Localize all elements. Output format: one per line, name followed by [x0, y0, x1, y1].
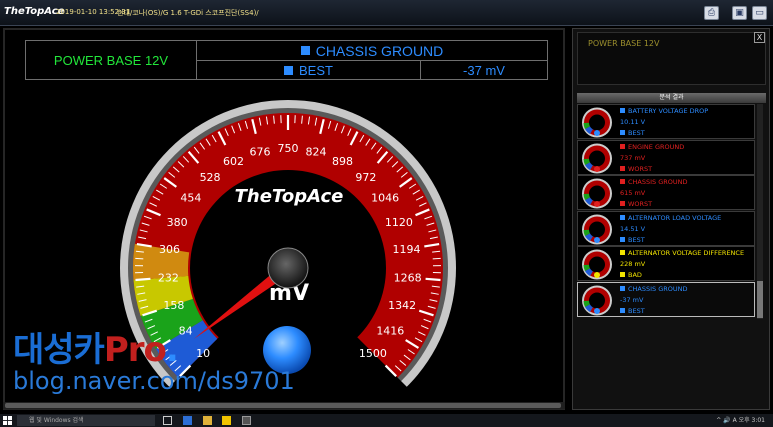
taskbar-search[interactable]: 웹 및 Windows 검색: [17, 415, 155, 426]
gauge-tick-label: 972: [355, 171, 376, 184]
result-list: BATTERY VOLTAGE DROP 10.11 V BEST ENGINE…: [577, 104, 755, 317]
print-icon: ⎙: [707, 8, 716, 18]
gauge-tick: [135, 277, 151, 282]
gauge-tick: [432, 257, 441, 260]
gauge-tick-label: 750: [278, 142, 299, 155]
result-name: ALTERNATOR LOAD VOLTAGE: [620, 214, 721, 222]
mini-gauge-icon: [582, 249, 612, 280]
result-status: BEST: [620, 236, 645, 244]
edge-icon[interactable]: [183, 416, 192, 425]
gauge-tick-label: 676: [249, 145, 270, 158]
result-value: 615 mV: [620, 189, 646, 197]
mini-gauge-icon: [582, 107, 612, 138]
vehicle-info: 현대/코나(OS)/G 1.6 T-GDi 스코프진단(SS4)/: [117, 9, 259, 17]
gauge-tick-label: 306: [159, 243, 180, 256]
gauge-tick-label: 1046: [371, 191, 399, 204]
result-name: CHASSIS GROUND: [620, 178, 688, 186]
windows-start-icon[interactable]: [3, 416, 12, 425]
mini-gauge-icon: [582, 178, 612, 209]
result-value: 10.11 V: [620, 118, 646, 126]
gauge-tick-label: 1342: [388, 299, 416, 312]
watermark-dot: .: [165, 330, 179, 370]
result-name: ALTERNATOR VOLTAGE DIFFERENCE: [620, 249, 744, 257]
side-power-label: POWER BASE 12V: [588, 39, 660, 48]
needle-hub: [267, 247, 309, 289]
result-value: 228 mV: [620, 260, 646, 268]
gauge-tick-label: 824: [306, 145, 327, 158]
minimize-button[interactable]: ▭: [752, 6, 767, 20]
result-value: -37 mV: [620, 295, 644, 304]
watermark-url: blog.naver.com/ds9701: [13, 367, 295, 395]
gauge-tick-label: 232: [158, 271, 179, 284]
gauge-tick-label: 158: [163, 299, 184, 312]
gauge-tick-label: 898: [332, 155, 353, 168]
mini-gauge-icon: [582, 214, 612, 244]
results-scrollbar-thumb[interactable]: [757, 281, 763, 318]
title-bar: TheTopAce 2019-01-10 13:52:31 현대/코나(OS)/…: [0, 0, 773, 26]
result-name: CHASSIS GROUND: [620, 285, 688, 293]
results-scrollbar[interactable]: [757, 104, 763, 319]
result-item[interactable]: ALTERNATOR VOLTAGE DIFFERENCE 228 mV BAD: [577, 246, 755, 281]
gauge-tick-label: 1120: [385, 216, 413, 229]
result-item[interactable]: ALTERNATOR LOAD VOLTAGE 14.51 V BEST: [577, 210, 755, 246]
result-value: 14.51 V: [620, 224, 646, 233]
print-button[interactable]: ⎙: [704, 6, 719, 20]
result-status: BAD: [620, 271, 642, 279]
gauge-tick: [135, 257, 144, 260]
result-item[interactable]: BATTERY VOLTAGE DROP 10.11 V BEST: [577, 104, 755, 139]
window-icon: ▭: [755, 8, 764, 18]
taskbar: 웹 및 Windows 검색 ^ 🔊 A 오후 3:01: [0, 414, 773, 427]
gauge-tick-label: 84: [179, 325, 193, 338]
task-view-icon[interactable]: [163, 416, 172, 425]
thetopace-icon[interactable]: [242, 416, 251, 425]
results-panel: POWER BASE 12V X 분석 결과 BATTERY VOLTAGE D…: [572, 28, 770, 410]
side-info-box: POWER BASE 12V: [577, 32, 766, 85]
result-status: WORST: [620, 165, 652, 173]
app-icon[interactable]: [222, 416, 231, 425]
watermark-pro: Pro: [103, 330, 167, 370]
gauge-tick-label: 10: [196, 347, 210, 360]
result-name: BATTERY VOLTAGE DROP: [620, 107, 708, 115]
gauge-tick-label: 380: [167, 216, 188, 229]
result-item[interactable]: ENGINE GROUND 737 mV WORST: [577, 139, 755, 175]
results-title: 분석 결과: [577, 93, 766, 103]
result-item[interactable]: CHASSIS GROUND 615 mV WORST: [577, 175, 755, 210]
gauge-tick: [425, 277, 441, 282]
horizontal-scrollbar[interactable]: [3, 402, 565, 409]
mini-gauge-icon: [582, 143, 612, 173]
watermark-brand: 대성카Pro.: [13, 322, 179, 371]
result-name: ENGINE GROUND: [620, 143, 684, 151]
result-status: BEST: [620, 307, 645, 315]
gauge-tick-label: 1416: [376, 325, 404, 338]
folder-icon[interactable]: [203, 416, 212, 425]
gauge-tick-label: 602: [223, 155, 244, 168]
result-value: 737 mV: [620, 153, 646, 162]
gauge-panel: POWER BASE 12V CHASSIS GROUND BEST -37 m…: [3, 28, 565, 410]
watermark-korean: 대성카: [13, 330, 105, 370]
result-status: WORST: [620, 200, 652, 208]
result-status: BEST: [620, 129, 645, 137]
scrollbar-thumb[interactable]: [5, 403, 561, 408]
close-button[interactable]: X: [754, 32, 765, 43]
save-icon: ▣: [735, 8, 744, 18]
save-button[interactable]: ▣: [732, 6, 747, 20]
gauge-tick-label: 1500: [359, 347, 387, 360]
result-item[interactable]: CHASSIS GROUND -37 mV BEST: [577, 281, 755, 317]
gauge-tick-label: 1268: [394, 271, 422, 284]
mini-gauge-icon: [582, 285, 612, 315]
gauge-tick-label: 454: [180, 191, 201, 204]
gauge-tick-label: 528: [200, 171, 221, 184]
gauge-brand: TheTopAce: [235, 186, 344, 207]
system-tray: ^ 🔊 A 오후 3:01: [716, 417, 765, 424]
gauge-tick-label: 1194: [393, 243, 421, 256]
